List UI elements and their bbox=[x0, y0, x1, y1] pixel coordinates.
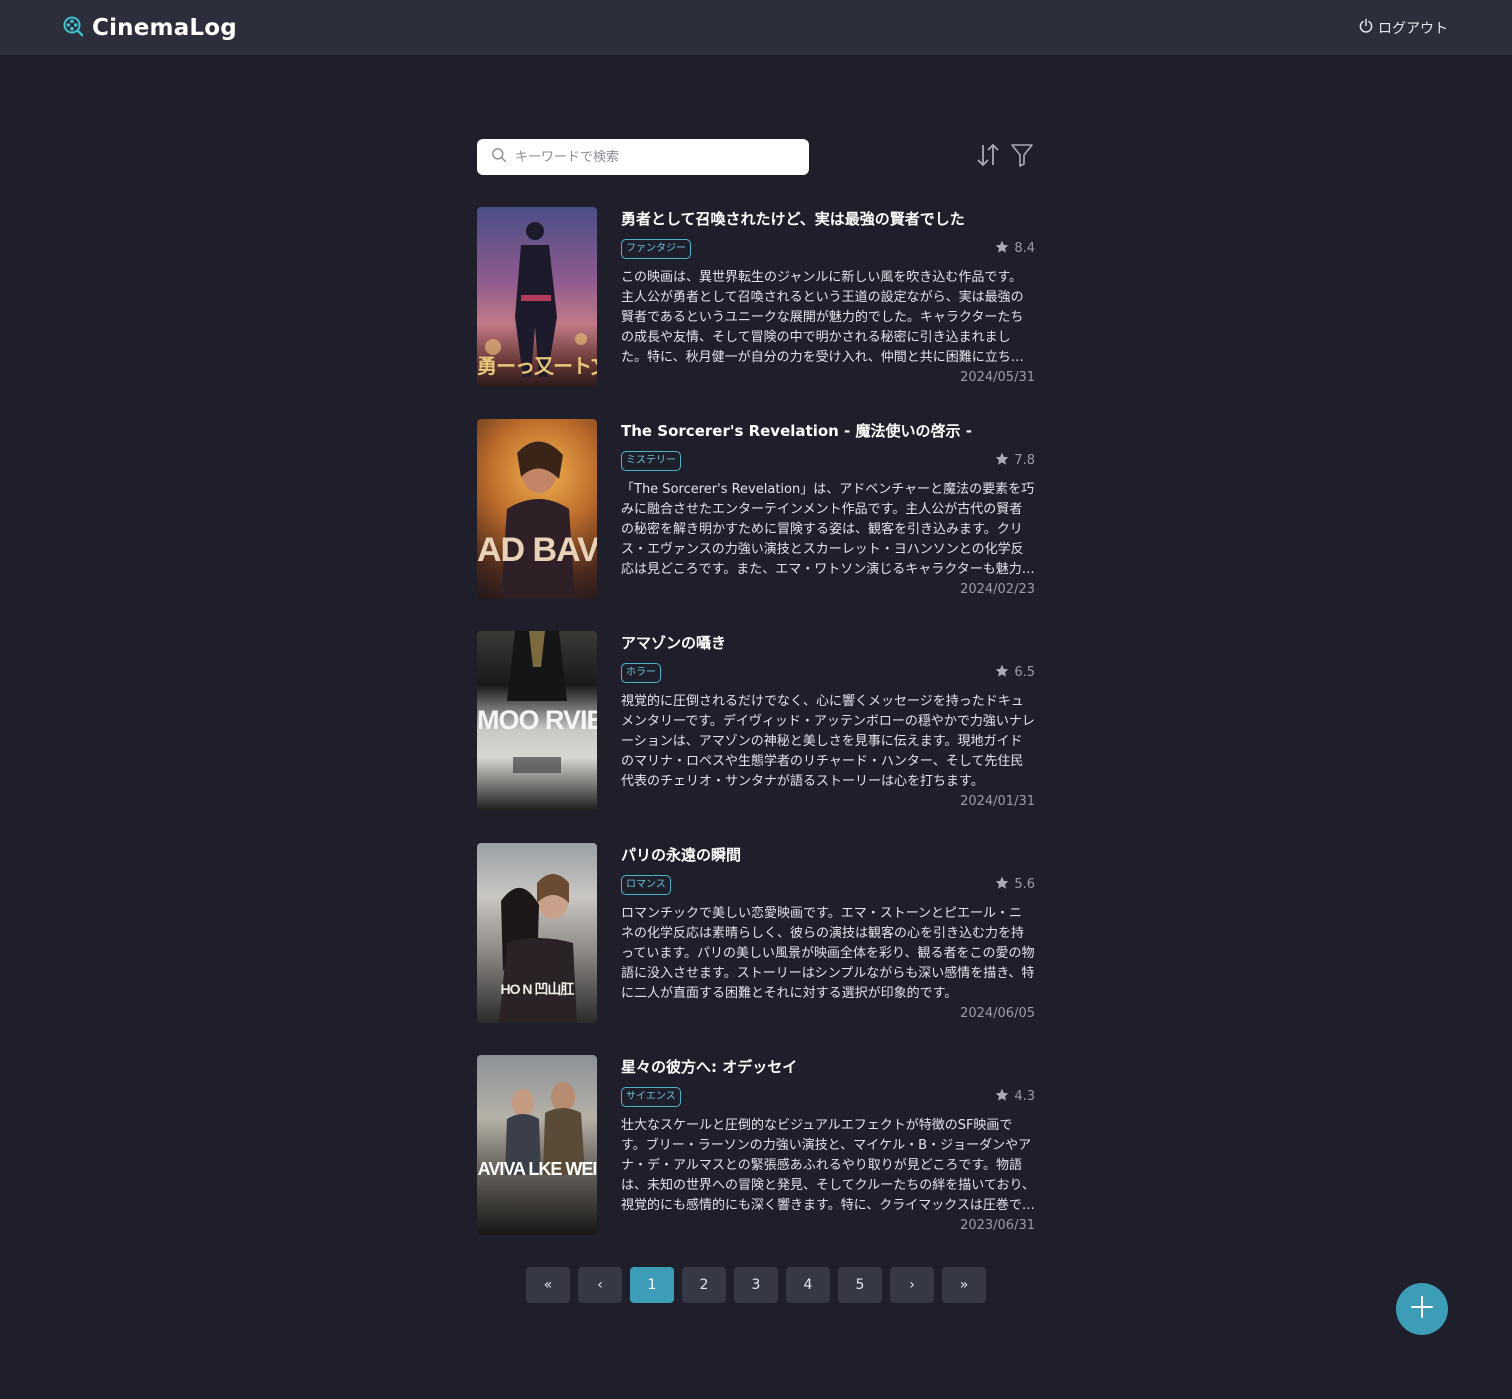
film-reel-search-icon bbox=[62, 15, 84, 41]
movie-meta: ミステリー 7.8 bbox=[621, 450, 1035, 472]
genre-badge: ロマンス bbox=[621, 874, 671, 895]
page-button-5[interactable]: 5 bbox=[838, 1267, 882, 1303]
poster-text: AD BAV bbox=[477, 531, 597, 569]
movie-title[interactable]: アマゾンの囁き bbox=[621, 632, 1035, 654]
poster-text: 勇ーっ又ート文! bbox=[477, 356, 597, 378]
page-button-1[interactable]: 1 bbox=[630, 1267, 674, 1303]
genre-badge: ホラー bbox=[621, 662, 661, 683]
rating-value: 6.5 bbox=[1014, 665, 1035, 681]
movie-list: 勇ーっ又ート文! 勇者として召喚されたけど、実は最強の賢者でした ファンタジー … bbox=[477, 207, 1035, 1267]
rating: 8.4 bbox=[995, 240, 1035, 258]
page-button-3[interactable]: 3 bbox=[734, 1267, 778, 1303]
page-last-button[interactable]: » bbox=[942, 1267, 986, 1303]
movie-meta: サイエンス 4.3 bbox=[621, 1086, 1035, 1108]
brand-name: CinemaLog bbox=[92, 14, 237, 41]
pagination: « ‹ 1 2 3 4 5 › » bbox=[526, 1267, 986, 1303]
page-prev-button[interactable]: ‹ bbox=[578, 1267, 622, 1303]
filter-icon bbox=[1010, 142, 1034, 172]
page-button-2[interactable]: 2 bbox=[682, 1267, 726, 1303]
star-icon bbox=[995, 664, 1009, 682]
search-box[interactable] bbox=[477, 139, 809, 175]
movie-date: 2024/01/31 bbox=[960, 794, 1035, 809]
star-icon bbox=[995, 240, 1009, 258]
rating-value: 4.3 bbox=[1014, 1089, 1035, 1105]
movie-card-body: 星々の彼方へ: オデッセイ サイエンス 4.3 壮大なスケールと圧倒的なビジュア… bbox=[621, 1055, 1035, 1235]
movie-meta: ホラー 6.5 bbox=[621, 662, 1035, 684]
movie-description: この映画は、異世界転生のジャンルに新しい風を吹き込む作品です。主人公が勇者として… bbox=[621, 269, 1024, 365]
movie-card[interactable]: 勇ーっ又ート文! 勇者として召喚されたけど、実は最強の賢者でした ファンタジー … bbox=[477, 207, 1035, 387]
movie-date: 2023/06/31 bbox=[960, 1218, 1035, 1233]
sort-arrows-icon bbox=[976, 141, 1000, 173]
poster-text: HO N 凹山肛 bbox=[500, 981, 575, 997]
add-movie-button[interactable] bbox=[1396, 1283, 1448, 1335]
movie-title[interactable]: 勇者として召喚されたけど、実は最強の賢者でした bbox=[621, 208, 1035, 230]
rating: 5.6 bbox=[995, 876, 1035, 894]
power-icon bbox=[1358, 18, 1374, 38]
star-icon bbox=[995, 876, 1009, 894]
movie-meta: ロマンス 5.6 bbox=[621, 874, 1035, 896]
filter-button[interactable] bbox=[1009, 142, 1035, 172]
search-icon bbox=[491, 147, 507, 167]
movie-meta: ファンタジー 8.4 bbox=[621, 238, 1035, 260]
brand[interactable]: CinemaLog bbox=[62, 15, 237, 41]
movie-title[interactable]: The Sorcerer's Revelation - 魔法使いの啓示 - bbox=[621, 420, 1035, 442]
movie-card-body: パリの永遠の瞬間 ロマンス 5.6 ロマンチックで美しい恋愛映画です。エマ・スト… bbox=[621, 843, 1035, 1023]
movie-description: 壮大なスケールと圧倒的なビジュアルエフェクトが特徴のSF映画です。ブリー・ラーソ… bbox=[621, 1117, 1035, 1213]
genre-badge: サイエンス bbox=[621, 1086, 681, 1107]
movie-description: ロマンチックで美しい恋愛映画です。エマ・ストーンとピエール・ニネの化学反応は素晴… bbox=[621, 905, 1035, 1001]
genre-badge: ファンタジー bbox=[621, 238, 691, 259]
movie-card-body: 勇者として召喚されたけど、実は最強の賢者でした ファンタジー 8.4 この映画は… bbox=[621, 207, 1035, 387]
movie-poster[interactable]: HO N 凹山肛 bbox=[477, 843, 597, 1023]
rating: 4.3 bbox=[995, 1088, 1035, 1106]
sort-button[interactable] bbox=[975, 142, 1001, 172]
star-icon bbox=[995, 452, 1009, 470]
page-next-button[interactable]: › bbox=[890, 1267, 934, 1303]
movie-date: 2024/06/05 bbox=[960, 1006, 1035, 1021]
page-button-4[interactable]: 4 bbox=[786, 1267, 830, 1303]
movie-card[interactable]: HO N 凹山肛 パリの永遠の瞬間 ロマンス 5.6 ロマンチックで美しい恋愛映… bbox=[477, 843, 1035, 1023]
movie-poster[interactable]: AD BAV bbox=[477, 419, 597, 599]
search-input[interactable] bbox=[515, 149, 795, 165]
movie-date: 2024/02/23 bbox=[960, 582, 1035, 597]
movie-card[interactable]: MOO RVIE アマゾンの囁き ホラー 6.5 視覚的に圧倒されるだけでなく、… bbox=[477, 631, 1035, 811]
movie-poster[interactable]: 勇ーっ又ート文! bbox=[477, 207, 597, 387]
rating-value: 5.6 bbox=[1014, 877, 1035, 893]
tool-icons bbox=[975, 142, 1035, 172]
movie-poster[interactable]: AVIVA LKE WEI bbox=[477, 1055, 597, 1235]
movie-card-body: The Sorcerer's Revelation - 魔法使いの啓示 - ミス… bbox=[621, 419, 1035, 599]
movie-title[interactable]: パリの永遠の瞬間 bbox=[621, 844, 1035, 866]
movie-card[interactable]: AD BAV The Sorcerer's Revelation - 魔法使いの… bbox=[477, 419, 1035, 599]
movie-card-body: アマゾンの囁き ホラー 6.5 視覚的に圧倒されるだけでなく、心に響くメッセージ… bbox=[621, 631, 1035, 811]
rating: 6.5 bbox=[995, 664, 1035, 682]
movie-description: 視覚的に圧倒されるだけでなく、心に響くメッセージを持ったドキュメンタリーです。デ… bbox=[621, 693, 1035, 789]
genre-badge: ミステリー bbox=[621, 450, 681, 471]
movie-title[interactable]: 星々の彼方へ: オデッセイ bbox=[621, 1056, 1035, 1078]
rating-value: 8.4 bbox=[1014, 241, 1035, 257]
poster-text: AVIVA LKE WEI bbox=[477, 1159, 597, 1179]
rating: 7.8 bbox=[995, 452, 1035, 470]
app-header: CinemaLog ログアウト bbox=[0, 0, 1512, 55]
list-toolbar bbox=[477, 139, 1035, 175]
plus-icon bbox=[1410, 1295, 1434, 1323]
movie-description: 「The Sorcerer's Revelation」は、アドベンチャーと魔法の… bbox=[621, 481, 1035, 577]
rating-value: 7.8 bbox=[1014, 453, 1035, 469]
logout-label: ログアウト bbox=[1378, 20, 1448, 37]
poster-text: MOO RVIE bbox=[477, 705, 597, 735]
logout-button[interactable]: ログアウト bbox=[1358, 18, 1448, 38]
movie-poster[interactable]: MOO RVIE bbox=[477, 631, 597, 811]
movie-date: 2024/05/31 bbox=[960, 370, 1035, 385]
star-icon bbox=[995, 1088, 1009, 1106]
page-first-button[interactable]: « bbox=[526, 1267, 570, 1303]
movie-card[interactable]: AVIVA LKE WEI 星々の彼方へ: オデッセイ サイエンス 4.3 壮大… bbox=[477, 1055, 1035, 1235]
